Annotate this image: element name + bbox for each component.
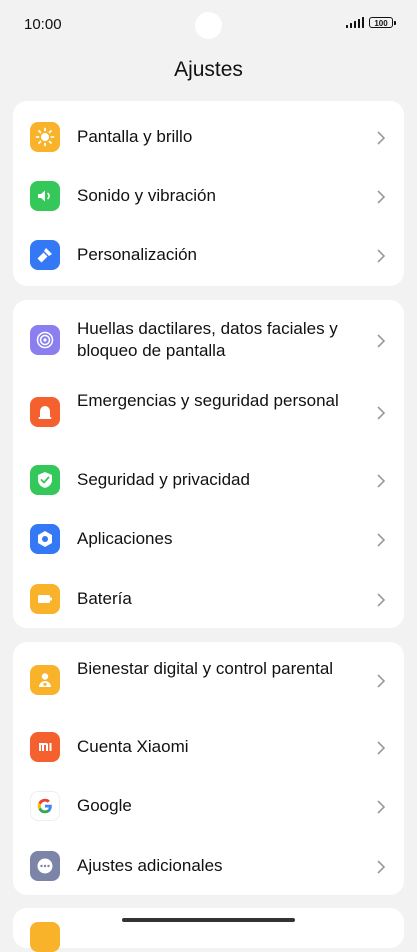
chevron-right-icon bbox=[377, 860, 386, 874]
settings-group-display: Pantalla y brillo Sonido y vibración Per… bbox=[13, 101, 404, 286]
chevron-right-icon bbox=[377, 674, 386, 688]
mi-icon bbox=[30, 732, 60, 762]
settings-item-additional[interactable]: Ajustes adicionales bbox=[13, 835, 404, 894]
more-icon bbox=[30, 851, 60, 881]
chevron-right-icon bbox=[377, 131, 386, 145]
settings-item-label: Emergencias y seguridad personal bbox=[77, 391, 339, 410]
home-indicator[interactable] bbox=[122, 918, 295, 922]
settings-item-sound[interactable]: Sonido y vibración bbox=[13, 167, 404, 226]
status-bar: 10:00 100 bbox=[0, 0, 417, 50]
signal-icon bbox=[345, 17, 364, 28]
brush-icon bbox=[30, 240, 60, 270]
status-time: 10:00 bbox=[24, 16, 62, 33]
settings-item-battery[interactable]: Batería bbox=[13, 568, 404, 627]
speaker-icon bbox=[30, 181, 60, 211]
chevron-right-icon bbox=[377, 249, 386, 263]
settings-item-label: Huellas dactilares, datos faciales y blo… bbox=[77, 319, 338, 360]
battery-icon: 100 bbox=[369, 17, 396, 28]
settings-item-fingerprint[interactable]: Huellas dactilares, datos faciales y blo… bbox=[13, 304, 404, 377]
settings-item-label: Pantalla y brillo bbox=[77, 127, 193, 146]
shield-check-icon bbox=[30, 465, 60, 495]
page-title: Ajustes bbox=[174, 58, 243, 81]
settings-item-google[interactable]: Google bbox=[13, 776, 404, 835]
chevron-right-icon bbox=[377, 406, 386, 420]
settings-item-label: Cuenta Xiaomi bbox=[77, 737, 189, 756]
settings-item-label: Personalización bbox=[77, 245, 198, 264]
camera-cutout bbox=[195, 12, 222, 39]
status-icons: 100 bbox=[345, 17, 396, 28]
settings-item-label: Ajustes adicionales bbox=[77, 856, 223, 875]
settings-item-label: Google bbox=[77, 796, 132, 815]
emergency-icon bbox=[30, 397, 60, 427]
google-icon bbox=[30, 791, 60, 821]
settings-item-xiaomi-account[interactable]: Cuenta Xiaomi bbox=[13, 717, 404, 776]
settings-item-label: Seguridad y privacidad bbox=[77, 470, 250, 489]
settings-item-label: Aplicaciones bbox=[77, 529, 173, 548]
partial-icon bbox=[30, 922, 60, 952]
battery-icon bbox=[30, 584, 60, 614]
settings-group-security: Huellas dactilares, datos faciales y blo… bbox=[13, 300, 404, 628]
fingerprint-icon bbox=[30, 325, 60, 355]
settings-item-label: Batería bbox=[77, 589, 132, 608]
chevron-right-icon bbox=[377, 800, 386, 814]
chevron-right-icon bbox=[377, 334, 386, 348]
settings-item-wellbeing[interactable]: Bienestar digital y control parental bbox=[13, 644, 404, 717]
settings-item-display[interactable]: Pantalla y brillo bbox=[13, 108, 404, 167]
settings-item-label: Bienestar digital y control parental bbox=[77, 659, 334, 678]
chevron-right-icon bbox=[377, 533, 386, 547]
settings-item-emergency[interactable]: Emergencias y seguridad personal bbox=[13, 377, 404, 450]
settings-item-apps[interactable]: Aplicaciones bbox=[13, 509, 404, 568]
sun-icon bbox=[30, 122, 60, 152]
settings-group-account: Bienestar digital y control parental Cue… bbox=[13, 642, 404, 895]
settings-item-personalization[interactable]: Personalización bbox=[13, 226, 404, 285]
chevron-right-icon bbox=[377, 474, 386, 488]
apps-icon bbox=[30, 524, 60, 554]
chevron-right-icon bbox=[377, 741, 386, 755]
settings-item-label: Sonido y vibración bbox=[77, 186, 216, 205]
chevron-right-icon bbox=[377, 190, 386, 204]
chevron-right-icon bbox=[377, 593, 386, 607]
settings-group-next bbox=[13, 908, 404, 952]
settings-item-security-privacy[interactable]: Seguridad y privacidad bbox=[13, 450, 404, 509]
battery-level: 100 bbox=[374, 19, 388, 28]
person-heart-icon bbox=[30, 665, 60, 695]
